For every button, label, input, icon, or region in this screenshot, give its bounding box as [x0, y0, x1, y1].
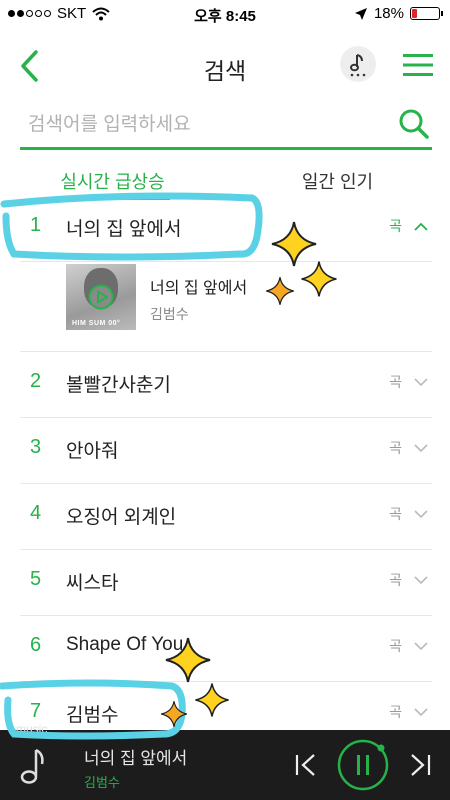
battery-percent: 18%	[373, 5, 404, 22]
status-right: 18%	[354, 5, 443, 22]
album-art[interactable]: HIM SUM 00°	[66, 264, 136, 330]
list-item[interactable]: 5 씨스타 곡	[20, 550, 432, 616]
chevron-down-icon[interactable]	[414, 378, 428, 387]
rank-number: 2	[30, 370, 42, 392]
sparkle-icon	[195, 683, 229, 717]
song-artist[interactable]: 김범수	[150, 304, 189, 324]
type-label: 곡	[389, 506, 402, 522]
type-label: 곡	[389, 218, 402, 234]
type-label: 곡	[389, 638, 402, 654]
type-label: 곡	[389, 704, 402, 720]
type-label: 곡	[389, 440, 402, 456]
previous-track-icon[interactable]	[294, 752, 318, 778]
music-note-button[interactable]	[340, 46, 376, 82]
next-track-icon[interactable]	[408, 752, 432, 778]
player-artist[interactable]: 김범수	[84, 772, 120, 791]
rank-number: 4	[30, 502, 42, 524]
chevron-up-icon[interactable]	[414, 222, 428, 231]
keyword: 씨스타	[66, 573, 119, 594]
list-item[interactable]: 2 볼빨간사춘기 곡	[20, 352, 432, 418]
status-bar: SKT 오후 8:45 18%	[0, 0, 450, 30]
search-box	[20, 100, 432, 150]
chevron-down-icon[interactable]	[414, 708, 428, 717]
battery-level	[412, 9, 417, 18]
rank-number: 3	[30, 436, 42, 458]
list-item[interactable]: 6 Shape Of You 곡	[20, 616, 432, 682]
keyword: 안아줘	[66, 441, 119, 462]
list-item[interactable]: 3 안아줘 곡	[20, 418, 432, 484]
player-song-title[interactable]: 너의 집 앞에서	[84, 744, 187, 769]
highlight-box-icon	[0, 192, 263, 261]
play-icon[interactable]	[88, 284, 114, 310]
search-icon[interactable]	[398, 108, 430, 140]
list-item[interactable]: 4 오징어 외계인 곡	[20, 484, 432, 550]
search-input[interactable]	[28, 110, 388, 140]
sparkle-icon	[266, 277, 294, 305]
hamburger-menu-icon[interactable]	[402, 52, 434, 78]
type-label: 곡	[389, 572, 402, 588]
rank-number: 6	[30, 634, 42, 656]
location-arrow-icon	[354, 7, 367, 20]
chevron-down-icon[interactable]	[414, 576, 428, 585]
chevron-down-icon[interactable]	[414, 444, 428, 453]
music-note-icon[interactable]	[14, 746, 46, 788]
chevron-down-icon[interactable]	[414, 510, 428, 519]
keyword: 볼빨간사춘기	[66, 375, 171, 396]
header: 검색	[0, 38, 450, 94]
pause-icon[interactable]	[336, 738, 390, 792]
type-label: 곡	[389, 374, 402, 390]
album-art-text: HIM SUM 00°	[72, 320, 121, 327]
chevron-down-icon[interactable]	[414, 642, 428, 651]
keyword: 오징어 외계인	[66, 507, 177, 528]
music-note-icon	[350, 54, 366, 77]
sparkle-icon	[301, 261, 337, 297]
page-title: 검색	[203, 58, 247, 84]
battery-icon	[410, 7, 443, 20]
song-title[interactable]: 너의 집 앞에서	[150, 274, 247, 298]
sparkle-icon	[165, 637, 211, 683]
rank-number: 5	[30, 568, 42, 590]
sparkle-icon	[161, 701, 187, 727]
